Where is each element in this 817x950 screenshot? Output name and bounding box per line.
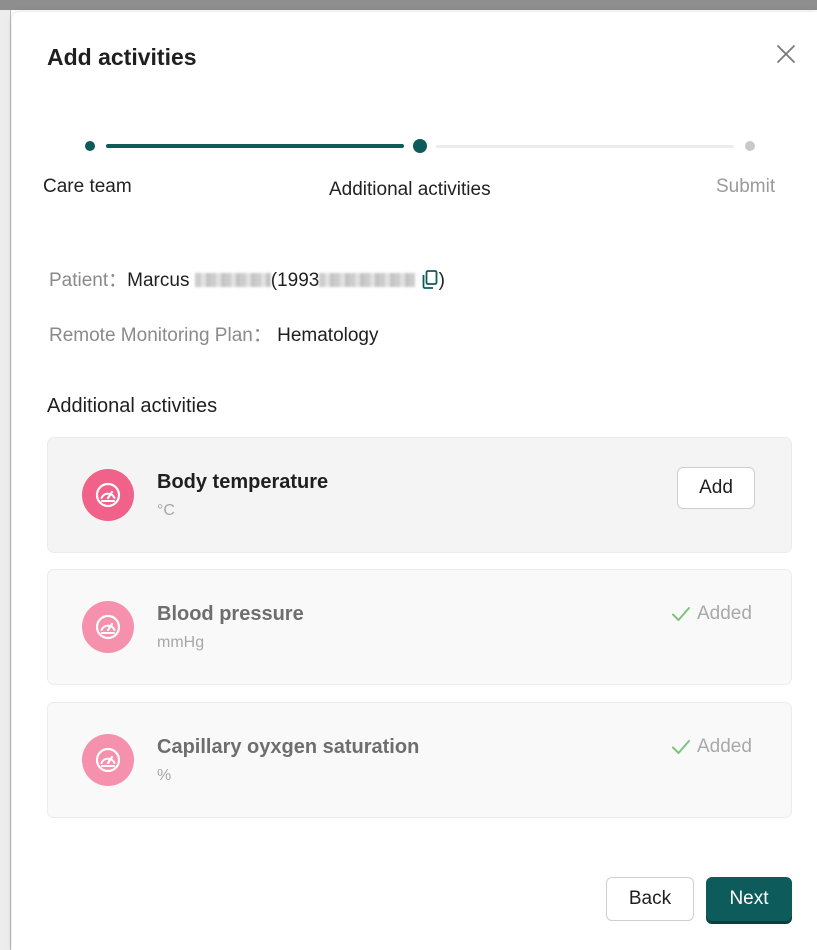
copy-icon[interactable] xyxy=(422,270,438,289)
activity-unit: mmHg xyxy=(157,634,205,651)
activity-card-capillary-oxygen-saturation: Capillary oyxgen saturation % Added xyxy=(47,702,792,818)
added-status: Added xyxy=(671,603,752,625)
added-label: Added xyxy=(697,603,752,624)
stepper-line-complete xyxy=(106,144,404,148)
overlay-top xyxy=(0,0,817,10)
step-dot-submit xyxy=(745,141,755,151)
check-icon xyxy=(672,607,690,621)
section-title: Additional activities xyxy=(47,395,218,417)
close-icon xyxy=(777,45,795,63)
activity-name: Blood pressure xyxy=(157,603,304,625)
background-page-edge xyxy=(0,0,11,950)
activity-unit: % xyxy=(157,767,172,784)
dialog-title: Add activities xyxy=(47,44,197,70)
activity-card-blood-pressure: Blood pressure mmHg Added xyxy=(47,569,792,685)
redacted-last-name xyxy=(194,273,271,287)
gauge-icon xyxy=(95,614,121,640)
activity-unit: °C xyxy=(157,502,175,519)
patient-id-prefix: (1993 xyxy=(270,270,320,291)
gauge-icon xyxy=(95,747,121,773)
activity-name: Body temperature xyxy=(157,471,329,493)
patient-first-name: Marcus xyxy=(127,270,190,291)
close-button[interactable] xyxy=(774,42,798,66)
gauge-icon xyxy=(95,482,121,508)
activity-card-body-temperature: Body temperature °C Add xyxy=(47,437,792,553)
plan-label: Remote Monitoring Plan： xyxy=(49,325,272,346)
plan-row: Remote Monitoring Plan： Hematology xyxy=(49,320,379,347)
step-dot-additional-activities xyxy=(413,139,427,153)
added-label: Added xyxy=(697,736,752,757)
back-button[interactable]: Back xyxy=(606,877,694,921)
step-label-care-team: Care team xyxy=(43,176,132,197)
activity-name: Capillary oyxgen saturation xyxy=(157,736,420,758)
activity-icon-badge xyxy=(82,469,134,521)
step-dot-care-team xyxy=(85,141,95,151)
redacted-patient-id xyxy=(319,273,416,287)
step-label-submit: Submit xyxy=(716,176,776,197)
check-icon xyxy=(672,740,690,754)
patient-row: Patient：Marcus (1993 ) xyxy=(49,265,445,292)
patient-close-paren: ) xyxy=(438,270,445,291)
activity-icon-badge xyxy=(82,601,134,653)
stepper-line-pending xyxy=(436,145,734,148)
add-button[interactable]: Add xyxy=(677,467,755,509)
patient-label: Patient： xyxy=(49,270,128,291)
added-status: Added xyxy=(671,736,752,758)
activity-icon-badge xyxy=(82,734,134,786)
step-label-additional-activities: Additional activities xyxy=(329,179,491,200)
plan-value: Hematology xyxy=(277,325,379,346)
next-button[interactable]: Next xyxy=(706,877,792,921)
add-activities-dialog: Add activities Care team Additional acti… xyxy=(12,12,817,950)
